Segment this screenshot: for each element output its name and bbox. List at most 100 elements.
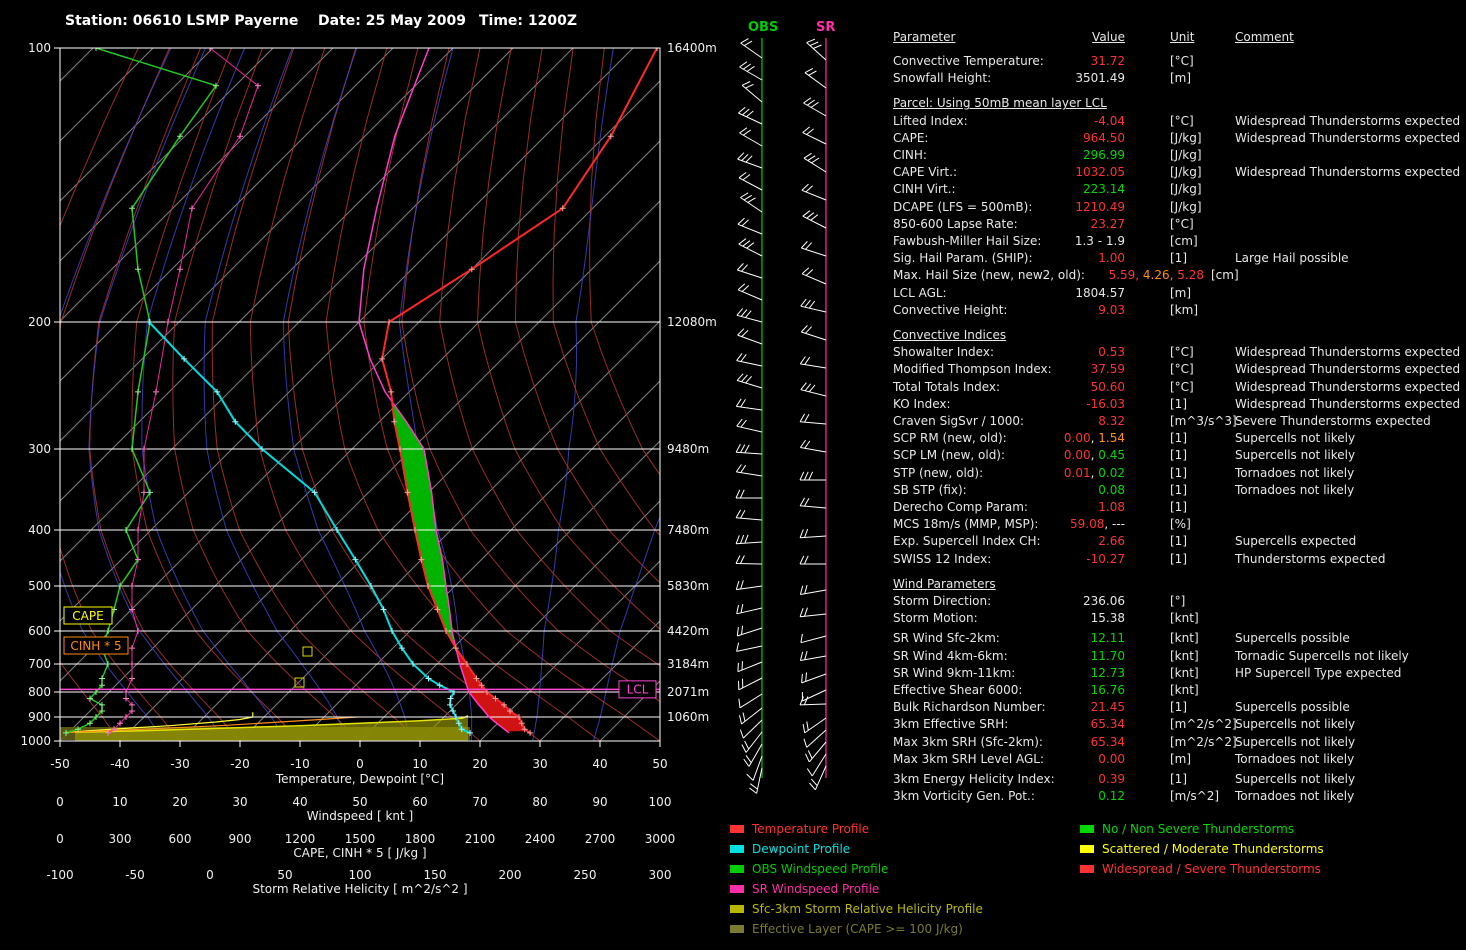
- legend-item: Temperature Profile: [730, 822, 869, 842]
- parameter-value: 0.53: [1098, 345, 1125, 359]
- svg-text:0: 0: [356, 757, 364, 771]
- svg-text:-10: -10: [290, 757, 310, 771]
- svg-text:3184m: 3184m: [667, 657, 709, 671]
- parameter-label: 3km Vorticity Gen. Pot.:: [893, 789, 1035, 803]
- parameter-unit: [knt]: [1170, 649, 1199, 663]
- parameter-comment: Widespread Thunderstorms expected: [1235, 397, 1460, 411]
- wind-barb: [737, 628, 762, 636]
- parameter-unit: [°C]: [1170, 345, 1194, 359]
- svg-text:1060m: 1060m: [667, 710, 709, 724]
- wind-barb: [753, 756, 762, 780]
- parameter-label: Modified Thompson Index:: [893, 362, 1052, 376]
- parameter-unit: [m]: [1170, 71, 1191, 85]
- svg-text:0: 0: [56, 832, 64, 846]
- legend-swatch: [730, 865, 744, 873]
- section-title: Parcel: Using 50mB mean layer LCL: [893, 96, 1107, 110]
- wind-barb: [802, 190, 826, 200]
- wind-barb: [800, 364, 826, 368]
- wind-barb: [738, 113, 762, 124]
- svg-text:30: 30: [232, 795, 247, 809]
- table-row: CINH Virt.:223.14[J/kg]: [893, 182, 1466, 199]
- svg-text:50: 50: [652, 757, 667, 771]
- parameter-comment: HP Supercell Type expected: [1235, 666, 1401, 680]
- svg-text:3000: 3000: [645, 832, 676, 846]
- svg-text:4420m: 4420m: [667, 624, 709, 638]
- parameter-unit: [cm]: [1170, 234, 1198, 248]
- wind-barb: [812, 754, 826, 776]
- parameter-comment: Supercells not likely: [1235, 717, 1355, 731]
- parameter-label: Convective Height:: [893, 303, 1007, 317]
- parameter-unit: [m/s^2]: [1170, 789, 1219, 803]
- legend-label: No / Non Severe Thunderstorms: [1102, 822, 1294, 836]
- parameter-table: Parameter Value Unit Comment Convective …: [893, 30, 1466, 830]
- table-row: Convective Height:9.03[km]: [893, 303, 1466, 320]
- parameter-value: 1804.57: [1075, 286, 1125, 300]
- parameter-value: 0.01, 0.02: [1064, 466, 1125, 480]
- table-row: CAPE:964.50[J/kg]Widespread Thunderstorm…: [893, 131, 1466, 148]
- wind-barb: [800, 704, 826, 705]
- parameter-label: Bulk Richardson Number:: [893, 700, 1046, 714]
- table-section-header: Parcel: Using 50mB mean layer LCL: [893, 96, 1466, 113]
- table-section-header: Convective Indices: [893, 328, 1466, 345]
- svg-text:2400: 2400: [525, 832, 556, 846]
- legend-swatch: [730, 885, 744, 893]
- parameter-value: 0.00, 1.54: [1064, 431, 1125, 445]
- parameter-label: Craven SigSvr / 1000:: [893, 414, 1024, 428]
- wind-barb: [742, 85, 762, 102]
- temperature-profile: [379, 45, 660, 736]
- wind-barb: [736, 542, 762, 544]
- table-row: Max. Hail Size (new, new2, old):5.59, 4.…: [893, 268, 1466, 285]
- parameter-unit: [knt]: [1170, 683, 1199, 697]
- svg-text:1200: 1200: [285, 832, 316, 846]
- table-row: SR Wind 9km-11km:12.73[knt]HP Supercell …: [893, 666, 1466, 683]
- wind-barb: [740, 133, 763, 146]
- parameter-unit: [1]: [1170, 700, 1187, 714]
- legend-swatch: [730, 905, 744, 913]
- wind-barb: [800, 614, 826, 617]
- dry-adiabats: [5, 48, 1037, 750]
- section-title: Convective Indices: [893, 328, 1006, 342]
- svg-text:-30: -30: [170, 757, 190, 771]
- svg-text:CAPE, CINH * 5 [ J/kg ]: CAPE, CINH * 5 [ J/kg ]: [293, 846, 426, 860]
- parameter-comment: Supercells not likely: [1235, 448, 1355, 462]
- svg-text:600: 600: [28, 624, 51, 638]
- parameter-unit: [J/kg]: [1170, 131, 1202, 145]
- svg-text:9480m: 9480m: [667, 442, 709, 456]
- legend-swatch: [1080, 845, 1094, 853]
- parameter-value: 15.38: [1091, 611, 1125, 625]
- parameter-label: Storm Motion:: [893, 611, 978, 625]
- parameter-unit: [m^3/s^3]: [1170, 414, 1237, 428]
- table-row: MCS 18m/s (MMP, MSP):59.08, ---[%]: [893, 517, 1466, 534]
- table-row: STP (new, old):0.01, 0.02[1]Tornadoes no…: [893, 466, 1466, 483]
- parameter-label: Max 3km SRH (Sfc-2km):: [893, 735, 1043, 749]
- bottom-axes: -50-40-30-20-1001020304050Temperature, D…: [46, 741, 675, 896]
- parameter-label: Derecho Comp Param:: [893, 500, 1028, 514]
- svg-text:20: 20: [172, 795, 187, 809]
- parameter-label: DCAPE (LFS = 500mB):: [893, 200, 1032, 214]
- table-row: SR Wind Sfc-2km:12.11[knt]Supercells pos…: [893, 631, 1466, 648]
- parameter-comment: Widespread Thunderstorms expected: [1235, 131, 1460, 145]
- svg-text:1000: 1000: [20, 734, 51, 748]
- parcel-curve: [359, 48, 509, 733]
- wind-barb: [737, 380, 762, 388]
- parameter-comment: Tornadoes not likely: [1235, 789, 1354, 803]
- parameter-value: 9.03: [1098, 303, 1125, 317]
- legend-swatch: [1080, 825, 1094, 833]
- svg-text:10: 10: [112, 795, 127, 809]
- parameter-value: 223.14: [1083, 182, 1125, 196]
- wind-barb: [803, 133, 826, 144]
- svg-text:300: 300: [28, 442, 51, 456]
- parameter-unit: [m]: [1170, 286, 1191, 300]
- parameter-label: SR Wind 4km-6km:: [893, 649, 1008, 663]
- legend-label: OBS Windspeed Profile: [752, 862, 888, 876]
- svg-text:Temperature, Dewpoint [°C]: Temperature, Dewpoint [°C]: [275, 772, 444, 786]
- wind-barb: [742, 708, 763, 724]
- svg-text:250: 250: [574, 868, 597, 882]
- parameter-value: -10.27: [1086, 552, 1125, 566]
- parameter-comment: Widespread Thunderstorms expected: [1235, 362, 1460, 376]
- wind-barb: [736, 406, 762, 410]
- parameter-value: 12.11: [1091, 631, 1125, 645]
- wind-barb: [737, 646, 762, 651]
- parameter-comment: Supercells not likely: [1235, 772, 1355, 786]
- table-row: Showalter Index:0.53[°C]Widespread Thund…: [893, 345, 1466, 362]
